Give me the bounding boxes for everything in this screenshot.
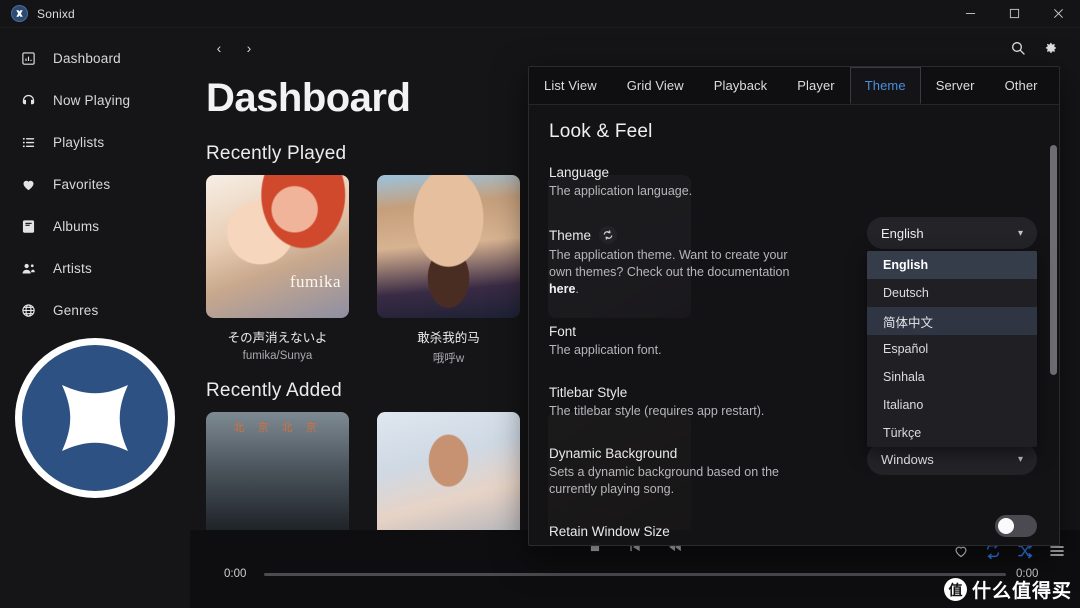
- book-icon: [18, 216, 38, 236]
- time-elapsed: 0:00: [224, 568, 247, 580]
- refresh-icon[interactable]: [599, 226, 618, 244]
- tab-playback[interactable]: Playback: [699, 67, 783, 104]
- sidebar-item-label: Dashboard: [53, 50, 121, 66]
- sidebar-item-artists[interactable]: Artists: [0, 247, 190, 289]
- titlebar-style-select[interactable]: Windows ▾: [867, 443, 1037, 475]
- setting-description: The application font.: [549, 343, 662, 357]
- language-select[interactable]: English ▾: [867, 217, 1037, 249]
- maximize-button[interactable]: [992, 0, 1036, 28]
- chevron-down-icon: ▾: [1017, 453, 1023, 465]
- sidebar-item-albums[interactable]: Albums: [0, 205, 190, 247]
- titlebar-select-value: Windows: [881, 451, 934, 467]
- language-select-value: English: [881, 225, 924, 241]
- sidebar: Dashboard Now Playing Playlists Favorite…: [0, 28, 190, 608]
- setting-language: Language The application language.: [549, 165, 1033, 200]
- titlebar: Sonixd: [0, 0, 1080, 28]
- dashboard-icon: [18, 48, 38, 68]
- language-option-turkce[interactable]: Türkçe: [867, 419, 1037, 447]
- settings-scrollbar[interactable]: [1050, 145, 1057, 375]
- language-option-italiano[interactable]: Italiano: [867, 391, 1037, 419]
- album-title: その声消えないよ: [227, 331, 328, 345]
- settings-body: Look & Feel Language The application lan…: [529, 105, 1059, 545]
- dynbg-desc-line2: currently playing song.: [549, 482, 675, 496]
- theme-desc-line2: own themes? Check out the documentation: [549, 265, 790, 279]
- setting-label-text: Theme: [549, 227, 592, 243]
- setting-description: Sets a dynamic background based on the c…: [549, 464, 859, 498]
- setting-label: Retain Window Size: [549, 524, 670, 539]
- setting-retain-window-size: Retain Window Size: [549, 524, 1033, 539]
- language-option-deutsch[interactable]: Deutsch: [867, 279, 1037, 307]
- sidebar-item-label: Now Playing: [53, 92, 131, 108]
- settings-heading: Look & Feel: [549, 121, 653, 142]
- language-option-sinhala[interactable]: Sinhala: [867, 363, 1037, 391]
- search-icon[interactable]: [1002, 32, 1034, 64]
- album-artist: fumika/Sunya: [242, 350, 313, 362]
- people-icon: [18, 258, 38, 278]
- list-icon: [18, 132, 38, 152]
- tab-list-view[interactable]: List View: [529, 67, 612, 104]
- sidebar-item-now-playing[interactable]: Now Playing: [0, 79, 190, 121]
- sidebar-item-label: Genres: [53, 302, 99, 318]
- language-dropdown-menu: English Deutsch 简体中文 Español Sinhala Ita…: [867, 251, 1037, 447]
- sidebar-item-label: Artists: [53, 260, 92, 276]
- setting-description: The application theme. Want to create yo…: [549, 247, 859, 298]
- sidebar-item-favorites[interactable]: Favorites: [0, 163, 190, 205]
- language-option-english[interactable]: English: [867, 251, 1037, 279]
- dynbg-desc-line1: Sets a dynamic background based on the: [549, 465, 780, 479]
- theme-desc-line1: The application theme. Want to create yo…: [549, 248, 788, 262]
- minimize-button[interactable]: [948, 0, 992, 28]
- tab-server[interactable]: Server: [921, 67, 990, 104]
- documentation-link[interactable]: here: [549, 282, 575, 296]
- language-option-espanol[interactable]: Español: [867, 335, 1037, 363]
- settings-panel: List View Grid View Playback Player Them…: [528, 66, 1060, 546]
- gear-icon[interactable]: [1034, 32, 1066, 64]
- close-button[interactable]: [1036, 0, 1080, 28]
- dynamic-background-toggle[interactable]: [995, 515, 1037, 537]
- watermark-logo: [15, 338, 175, 498]
- toggle-knob: [998, 518, 1014, 534]
- sidebar-item-label: Playlists: [53, 134, 105, 150]
- app-title: Sonixd: [37, 6, 75, 21]
- forward-button[interactable]: ›: [234, 33, 264, 63]
- headphones-icon: [18, 90, 38, 110]
- globe-icon: [18, 300, 38, 320]
- setting-description: The application language.: [549, 184, 693, 198]
- tab-other[interactable]: Other: [990, 67, 1053, 104]
- content-navbar: ‹ ›: [190, 28, 1080, 68]
- album-art: [206, 175, 349, 318]
- setting-description: The titlebar style (requires app restart…: [549, 404, 765, 418]
- sidebar-item-dashboard[interactable]: Dashboard: [0, 37, 190, 79]
- settings-tabs: List View Grid View Playback Player Them…: [529, 67, 1059, 105]
- heart-icon: [18, 174, 38, 194]
- album-art: [377, 175, 520, 318]
- seek-slider[interactable]: [264, 572, 1006, 576]
- tab-player[interactable]: Player: [782, 67, 849, 104]
- tab-grid-view[interactable]: Grid View: [612, 67, 699, 104]
- language-option-chinese[interactable]: 简体中文: [867, 307, 1037, 335]
- watermark-x-icon: [22, 345, 168, 491]
- sidebar-item-label: Favorites: [53, 176, 111, 192]
- album-artist: 哦呼w: [432, 353, 465, 365]
- setting-label: Language: [549, 165, 610, 180]
- theme-desc-period: .: [575, 282, 579, 296]
- sidebar-item-label: Albums: [53, 218, 100, 234]
- app-logo-icon: [11, 5, 28, 22]
- sidebar-item-playlists[interactable]: Playlists: [0, 121, 190, 163]
- watermark-mark: 值: [943, 578, 967, 601]
- tab-theme[interactable]: Theme: [849, 67, 921, 104]
- album-card[interactable]: その声消えないよ fumika/Sunya: [206, 175, 349, 366]
- album-card[interactable]: 敢杀我的马 哦呼w: [377, 175, 520, 366]
- album-title: 敢杀我的马: [417, 331, 480, 345]
- back-button[interactable]: ‹: [204, 33, 234, 63]
- chevron-down-icon: ▾: [1017, 227, 1023, 239]
- watermark-text: 什么值得买: [971, 581, 1072, 602]
- watermark-brand: 值 什么值得买: [943, 576, 1072, 603]
- app-window: Sonixd Dashboard Now Playing Playlists F…: [0, 0, 1080, 608]
- sidebar-item-genres[interactable]: Genres: [0, 289, 190, 331]
